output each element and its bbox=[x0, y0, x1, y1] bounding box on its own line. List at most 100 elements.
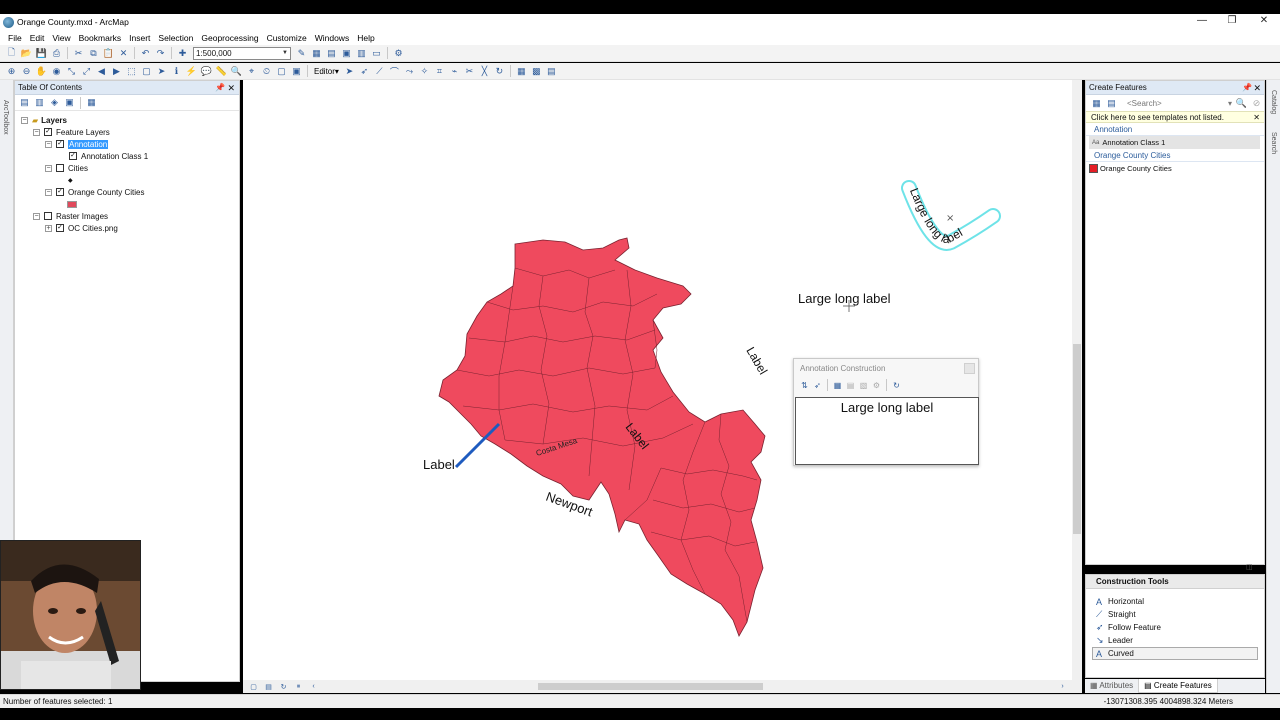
list-by-visibility-icon[interactable]: ◈ bbox=[48, 96, 61, 109]
sketch-properties-icon[interactable]: ▩ bbox=[530, 65, 543, 78]
template-orange-county-cities[interactable]: Orange County Cities bbox=[1086, 162, 1264, 175]
fixed-zoom-in-icon[interactable]: ⤡ bbox=[65, 65, 78, 78]
tool-curved[interactable]: A Curved bbox=[1092, 647, 1258, 660]
identify-icon[interactable]: ℹ bbox=[170, 65, 183, 78]
collapse-icon[interactable]: − bbox=[33, 128, 40, 136]
catalog-icon[interactable]: ▤ bbox=[325, 47, 338, 60]
toc-row-raster-images[interactable]: − Raster Images bbox=[33, 210, 108, 222]
copy-icon[interactable]: ⧉ bbox=[87, 47, 100, 60]
options-icon[interactable]: ▦ bbox=[85, 96, 98, 109]
refresh-icon[interactable]: ↻ bbox=[891, 380, 902, 391]
list-by-source-icon[interactable]: ▥ bbox=[33, 96, 46, 109]
tab-attributes[interactable]: ▦ Attributes bbox=[1085, 679, 1138, 693]
data-view-icon[interactable]: ▢ bbox=[247, 680, 260, 693]
templates-warning[interactable]: Click here to see templates not listed. … bbox=[1086, 111, 1264, 123]
menu-edit[interactable]: Edit bbox=[26, 33, 49, 43]
fixed-zoom-out-icon[interactable]: ⤢ bbox=[80, 65, 93, 78]
tool-follow-feature[interactable]: ➶ Follow Feature bbox=[1086, 621, 1264, 634]
swipe-icon[interactable]: ▣ bbox=[290, 65, 303, 78]
search-tab[interactable]: Search bbox=[1270, 132, 1277, 154]
dialog-title-bar[interactable]: Annotation Construction bbox=[794, 359, 978, 377]
flip-icon[interactable]: ⇅ bbox=[799, 380, 810, 391]
clear-search-icon[interactable]: ⊘ bbox=[1250, 97, 1263, 110]
pin-icon[interactable]: 📌 bbox=[1242, 81, 1252, 95]
delete-icon[interactable]: ✕ bbox=[117, 47, 130, 60]
toc-row-layers[interactable]: − ▰ Layers bbox=[21, 114, 67, 126]
map-scale-combo[interactable]: 1:500,000 ▼ bbox=[193, 46, 291, 60]
menu-view[interactable]: View bbox=[48, 33, 74, 43]
clear-selection-icon[interactable]: ▢ bbox=[140, 65, 153, 78]
python-icon[interactable]: ▭ bbox=[370, 47, 383, 60]
close-icon[interactable]: ✕ bbox=[1253, 81, 1261, 95]
create-features-icon[interactable]: ▤ bbox=[545, 65, 558, 78]
close-icon[interactable]: ✕ bbox=[1253, 112, 1260, 124]
template-annotation-class-1[interactable]: Aa Annotation Class 1 bbox=[1089, 136, 1260, 149]
back-extent-icon[interactable]: ◀ bbox=[95, 65, 108, 78]
checkbox-checked[interactable]: ✓ bbox=[56, 188, 64, 196]
hyperlink-icon[interactable]: ⚡ bbox=[185, 65, 198, 78]
toc-row-oc-png[interactable]: + ✓ OC Cities.png bbox=[45, 222, 118, 234]
point-icon[interactable]: ✧ bbox=[418, 65, 431, 78]
expand-icon[interactable]: + bbox=[45, 224, 52, 232]
menu-bookmarks[interactable]: Bookmarks bbox=[75, 33, 126, 43]
print-icon[interactable]: ⎙ bbox=[50, 47, 63, 60]
split-icon[interactable]: ╳ bbox=[478, 65, 491, 78]
select-elements-icon[interactable]: ➤ bbox=[155, 65, 168, 78]
select-features-icon[interactable]: ⬚ bbox=[125, 65, 138, 78]
scroll-left-icon[interactable]: ‹ bbox=[307, 680, 320, 693]
save-icon[interactable]: 💾 bbox=[35, 47, 48, 60]
pause-drawing-icon[interactable]: ⏸ bbox=[292, 680, 305, 693]
list-by-selection-icon[interactable]: ▣ bbox=[63, 96, 76, 109]
model-builder-icon[interactable]: ⚙ bbox=[392, 47, 405, 60]
map-label-large-long-label[interactable]: Large long label bbox=[798, 291, 891, 306]
html-popup-icon[interactable]: 💬 bbox=[200, 65, 213, 78]
map-label-label-right[interactable]: Label bbox=[743, 345, 770, 377]
filter-icon[interactable]: ▤ bbox=[1105, 97, 1118, 110]
checkbox-checked[interactable]: ✓ bbox=[56, 224, 64, 232]
create-viewer-icon[interactable]: ▢ bbox=[275, 65, 288, 78]
full-extent-icon[interactable]: ◉ bbox=[50, 65, 63, 78]
toc-row-annotation-class[interactable]: ✓ Annotation Class 1 bbox=[69, 150, 148, 162]
search-window-icon[interactable]: ▣ bbox=[340, 47, 353, 60]
tool-horizontal[interactable]: A Horizontal bbox=[1086, 595, 1264, 608]
tool-straight[interactable]: ⟋ Straight bbox=[1086, 608, 1264, 621]
font-size-icon[interactable]: ▤ bbox=[845, 380, 856, 391]
menu-help[interactable]: Help bbox=[353, 33, 378, 43]
chevron-down-icon[interactable]: ▼ bbox=[282, 50, 290, 56]
forward-extent-icon[interactable]: ▶ bbox=[110, 65, 123, 78]
menu-customize[interactable]: Customize bbox=[263, 33, 311, 43]
tool-leader[interactable]: ↘ Leader bbox=[1086, 634, 1264, 647]
cut-polygons-icon[interactable]: ✂ bbox=[463, 65, 476, 78]
close-icon[interactable]: ✕ bbox=[227, 81, 235, 95]
collapse-icon[interactable]: − bbox=[45, 140, 52, 148]
time-slider-icon[interactable]: ⏲ bbox=[260, 65, 273, 78]
endpoint-arc-icon[interactable]: ⌒ bbox=[388, 65, 401, 78]
find-icon[interactable]: 🔍 bbox=[230, 65, 243, 78]
list-by-drawing-order-icon[interactable]: ▤ bbox=[18, 96, 31, 109]
catalog-tab[interactable]: Catalog bbox=[1270, 90, 1277, 114]
redo-icon[interactable]: ↷ bbox=[154, 47, 167, 60]
paste-icon[interactable]: 📋 bbox=[102, 47, 115, 60]
collapse-icon[interactable]: − bbox=[33, 212, 40, 220]
map-label-label-leader[interactable]: Label bbox=[423, 457, 455, 472]
zoom-out-icon[interactable]: ⊖ bbox=[20, 65, 33, 78]
checkbox-checked[interactable]: ✓ bbox=[44, 128, 52, 136]
menu-selection[interactable]: Selection bbox=[154, 33, 197, 43]
table-icon[interactable]: ▦ bbox=[310, 47, 323, 60]
map-vertical-scrollbar[interactable] bbox=[1072, 80, 1082, 680]
checkbox-unchecked[interactable] bbox=[44, 212, 52, 220]
collapse-icon[interactable]: − bbox=[45, 164, 52, 172]
new-document-icon[interactable]: 🗋 bbox=[5, 47, 18, 60]
scroll-right-icon[interactable]: › bbox=[1056, 680, 1069, 693]
attributes-icon[interactable]: ▦ bbox=[515, 65, 528, 78]
chevron-down-icon[interactable]: ▾ bbox=[1228, 99, 1232, 108]
template-search-input[interactable]: <Search> bbox=[1127, 99, 1228, 108]
edit-annotation-tool-icon[interactable]: ➶ bbox=[358, 65, 371, 78]
menu-windows[interactable]: Windows bbox=[311, 33, 353, 43]
trace-icon[interactable]: ⤳ bbox=[403, 65, 416, 78]
editor-menu-button[interactable]: Editor▾ bbox=[311, 67, 342, 76]
rotate-icon[interactable]: ↻ bbox=[493, 65, 506, 78]
menu-insert[interactable]: Insert bbox=[125, 33, 154, 43]
dialog-close-button[interactable] bbox=[964, 363, 975, 374]
reshape-icon[interactable]: ⌁ bbox=[448, 65, 461, 78]
